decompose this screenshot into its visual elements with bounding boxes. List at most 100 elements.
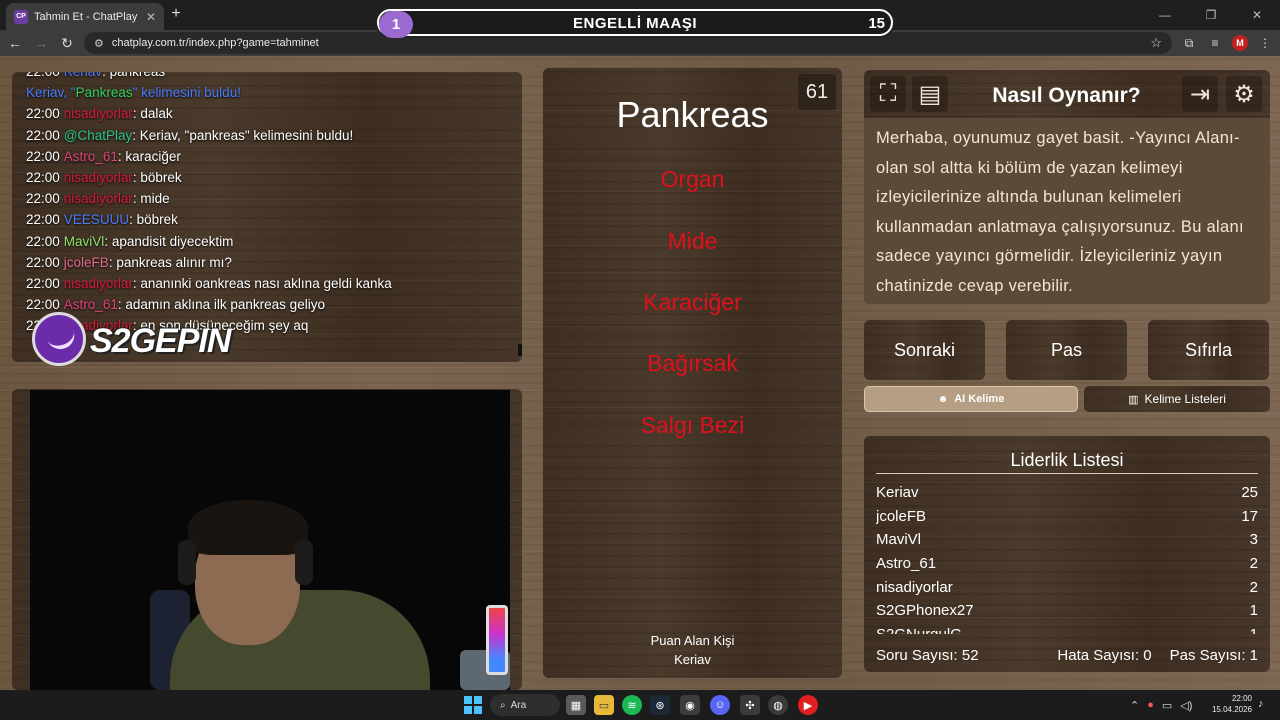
close-tab-icon[interactable]: ✕: [146, 10, 156, 24]
microphone-icon[interactable]: ●: [1147, 699, 1154, 711]
chat-text: : pankreas: [102, 72, 165, 79]
chat-time: 22:00: [26, 148, 60, 164]
settings-gear-icon[interactable]: ⚙: [1226, 76, 1262, 112]
chat-username[interactable]: jcoleFB: [64, 255, 109, 270]
question-count: Soru Sayısı: 52: [876, 647, 979, 664]
chat-time: 22:00: [26, 72, 60, 79]
chat-time: 22:00: [26, 254, 60, 270]
leaderboard-row: Keriav 25: [876, 481, 1258, 505]
chat-username[interactable]: MaviVl: [64, 234, 105, 249]
taskbar-search[interactable]: ⌕ Ara: [490, 694, 560, 716]
store-icon[interactable]: ▦: [566, 695, 586, 715]
next-button[interactable]: Sonraki: [864, 320, 985, 380]
search-label: Ara: [510, 699, 527, 711]
chat-message: 22:00 MaviVl: apandisit diyecektim: [26, 234, 233, 249]
extensions-icon[interactable]: ⧉: [1180, 36, 1198, 51]
leaderboard-score: 2: [1249, 555, 1258, 573]
error-count: Hata Sayısı: 0: [1057, 647, 1152, 664]
browser-menu-icon[interactable]: ⋮: [1256, 36, 1274, 50]
streamer-hair: [188, 500, 308, 555]
chat-username[interactable]: Keriav: [64, 72, 102, 79]
chrome-icon[interactable]: ◉: [680, 695, 700, 715]
chat-username[interactable]: @ChatPlay: [64, 128, 132, 143]
youtube-icon[interactable]: ▶: [798, 695, 818, 715]
back-icon[interactable]: ←: [6, 35, 24, 51]
chat-text: : böbrek: [132, 170, 182, 185]
forbidden-word: Salgı Bezi: [640, 412, 745, 438]
round-score: 15: [868, 15, 885, 32]
site-favicon-icon: CP: [14, 9, 28, 24]
word-lists-button[interactable]: ▥ Kelime Listeleri: [1084, 386, 1270, 412]
round-title: ENGELLİ MAAŞI: [572, 15, 697, 32]
obs-icon[interactable]: ◍: [768, 695, 788, 715]
pass-button[interactable]: Pas: [1006, 320, 1127, 380]
leaderboard-name: MaviVl: [876, 531, 922, 549]
leaderboard-list: Keriav 25 jcoleFB 17 MaviVl 3 Astro_61 2 nisadiy…: [876, 481, 1258, 634]
app-icon[interactable]: ✣: [740, 695, 760, 715]
chat-username[interactable]: Astro_61: [64, 297, 118, 312]
chat-time: 22:00: [26, 106, 60, 122]
chat-message: 22:00 nisadiyorlar: ananınki oankreas nas…: [26, 276, 392, 291]
steam-icon[interactable]: ⊛: [650, 695, 670, 715]
reload-icon[interactable]: ↻: [58, 35, 76, 52]
tab-title: Tahmin Et - ChatPlay: [34, 10, 138, 23]
volume-icon[interactable]: ◁): [1180, 699, 1192, 712]
network-icon[interactable]: ▭: [1162, 699, 1172, 712]
chat-scrollbar[interactable]: [518, 344, 522, 356]
chat-username[interactable]: nisadiyorlar: [64, 170, 133, 185]
new-tab-icon[interactable]: +: [168, 5, 184, 23]
leaderboard-score: 1: [1249, 602, 1258, 620]
streamer-logo: S2GEPIN: [32, 312, 231, 376]
chat-username[interactable]: VEESUUU: [64, 212, 129, 227]
discord-icon[interactable]: ☺: [710, 695, 730, 715]
chat-message: 22:00 nisadiyorlar: böbrek: [26, 170, 182, 185]
file-explorer-icon[interactable]: ▭: [594, 695, 614, 715]
chat-time: 22:00: [26, 276, 60, 291]
chat-time: 22:00: [26, 297, 60, 313]
minimize-icon[interactable]: —: [1142, 0, 1188, 30]
notification-bell-icon[interactable]: ♪: [1258, 698, 1264, 710]
chat-message: 22:00 nisadiyorlar: mide: [26, 191, 170, 206]
spotify-icon[interactable]: ≋: [622, 695, 642, 715]
close-window-icon[interactable]: ✕: [1234, 0, 1280, 30]
site-info-icon[interactable]: ⚙: [94, 37, 104, 50]
clock-date: 15.04.2026: [1211, 705, 1252, 714]
reset-button[interactable]: Sıfırla: [1148, 320, 1269, 380]
how-to-play-text: Merhaba, oyunumuz gayet basit. -Yayıncı …: [864, 118, 1270, 304]
chat-text: : Keriav, "pankreas" kelimesini buldu!: [132, 127, 354, 143]
logo-mark-icon: [32, 312, 86, 366]
reading-list-icon[interactable]: ≡: [1206, 36, 1224, 50]
url-text[interactable]: chatplay.com.tr/index.php?game=tahminet: [112, 37, 1142, 49]
leaderboard-name: Keriav: [876, 484, 919, 502]
notebook-icon: ▥: [1128, 393, 1139, 406]
chat-message: 22:00 VEESUUU: böbrek: [26, 212, 178, 227]
headset-left: [178, 540, 196, 585]
windows-start-icon[interactable]: [464, 696, 482, 714]
leaderboard-name: S2GPhonex27: [876, 602, 974, 620]
exit-icon[interactable]: ⇥: [1182, 76, 1218, 112]
logo-text: S2GEPIN: [90, 322, 231, 360]
system-tray: ⌃ ● ▭ ◁): [1130, 690, 1192, 720]
fullscreen-icon[interactable]: ⛶: [870, 76, 906, 112]
document-icon[interactable]: ▤: [912, 76, 948, 112]
chat-message: 22:00 jcoleFB: pankreas alınır mı?: [26, 255, 232, 270]
chat-username[interactable]: nisadiyorlar: [64, 106, 133, 121]
how-to-play-panel: ⛶ ▤ Nasıl Oynanır? ⇥ ⚙ Merhaba, oyunumuz…: [864, 70, 1270, 304]
chat-username[interactable]: nisadiyorlar: [64, 276, 133, 291]
restore-icon[interactable]: ❐: [1188, 0, 1234, 30]
taskbar-clock[interactable]: 22:00 15.04.2026: [1210, 693, 1252, 715]
found-word: Pankreas: [75, 85, 133, 101]
ai-word-button[interactable]: ☻ AI Kelime: [864, 386, 1078, 412]
leaderboard-name: jcoleFB: [876, 507, 927, 525]
forbidden-word: Mide: [667, 228, 718, 254]
bookmark-star-icon[interactable]: ☆: [1150, 35, 1162, 51]
chat-username[interactable]: Astro_61: [64, 149, 118, 164]
leaderboard-title: Liderlik Listesi: [1010, 450, 1124, 470]
leaderboard-score: 25: [1241, 484, 1258, 502]
tray-chevron-icon[interactable]: ⌃: [1130, 699, 1139, 712]
chat-username[interactable]: nisadiyorlar: [64, 191, 133, 206]
leaderboard-row: Astro_61 2: [876, 552, 1258, 576]
profile-avatar[interactable]: M: [1232, 35, 1248, 51]
forward-icon[interactable]: →: [32, 35, 50, 51]
browser-tab[interactable]: CP Tahmin Et - ChatPlay ✕: [6, 3, 164, 30]
